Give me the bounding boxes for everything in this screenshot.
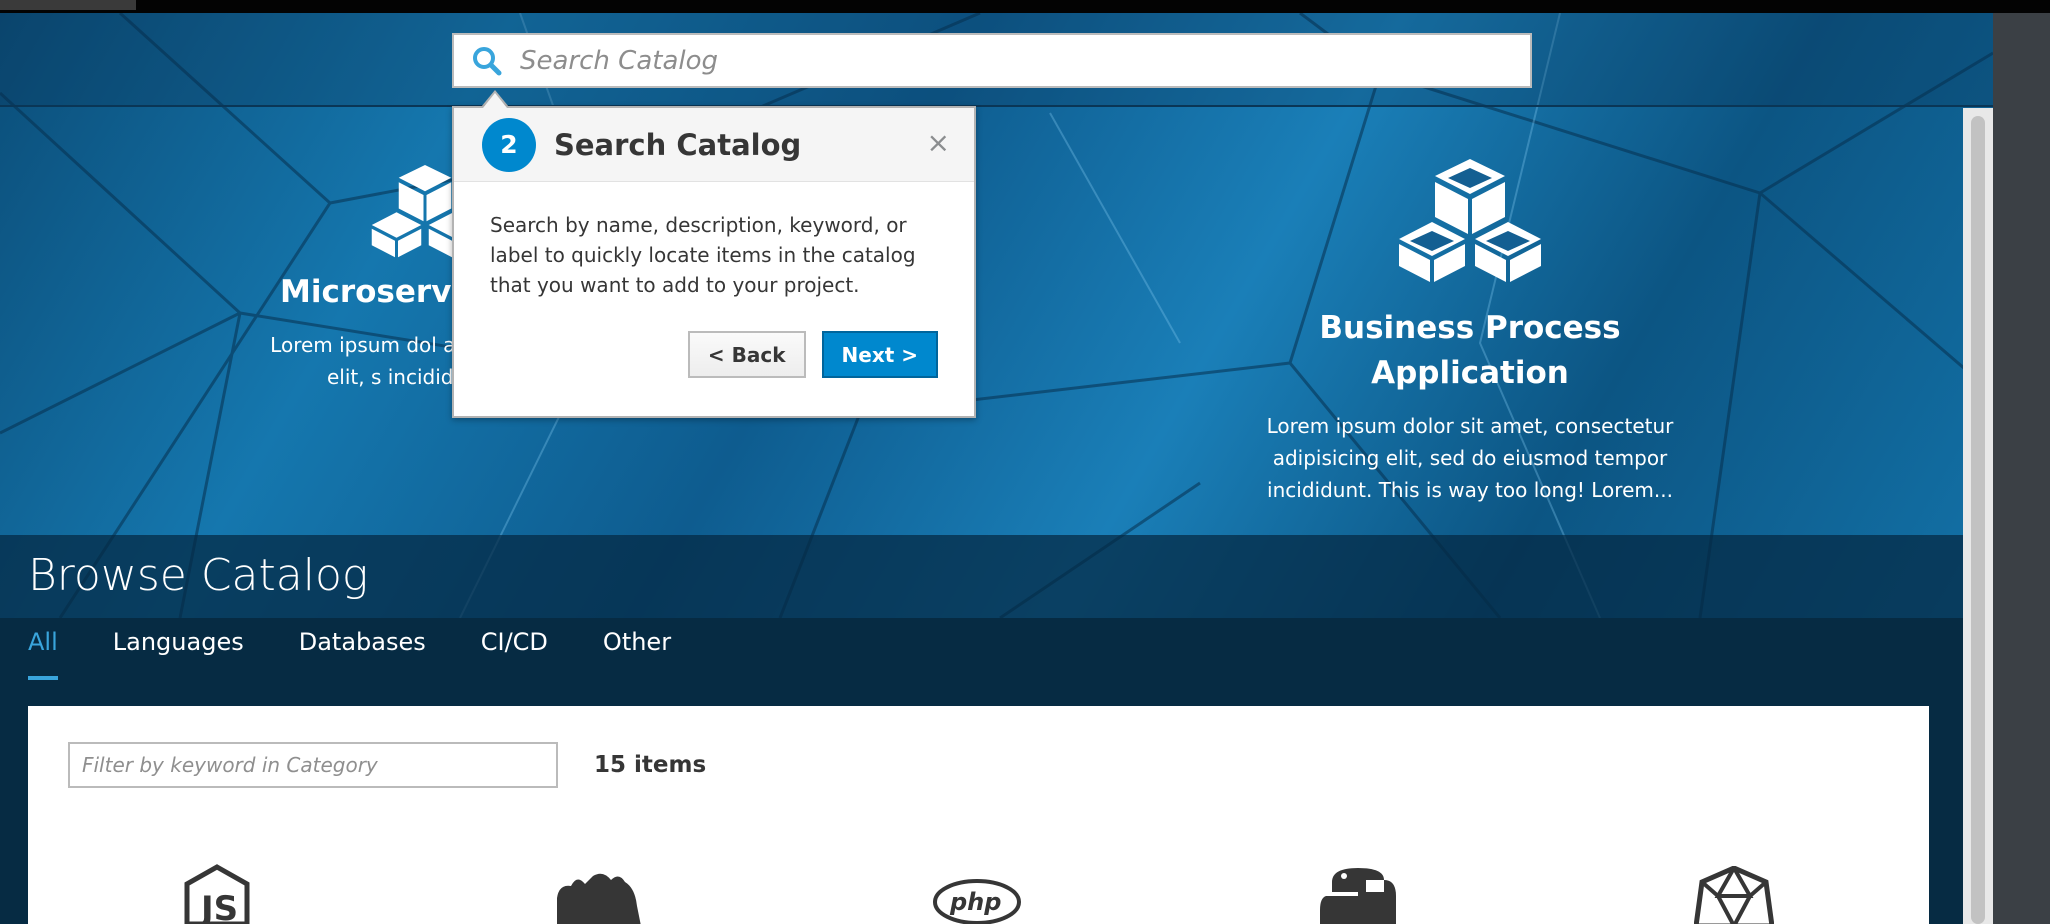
- feature-title: Business Process Application: [1319, 310, 1621, 391]
- svg-text:JS: JS: [199, 889, 238, 924]
- search-icon[interactable]: [454, 46, 520, 76]
- right-margin: [1993, 13, 2050, 924]
- popover-arrow-inner: [483, 93, 507, 108]
- tab-all[interactable]: All: [28, 628, 58, 680]
- tab-languages[interactable]: Languages: [113, 628, 244, 680]
- popover-body: Search by name, description, keyword, or…: [490, 213, 916, 297]
- catalog-panel: 15 items JS php: [28, 706, 1929, 924]
- tab-cicd[interactable]: CI/CD: [481, 628, 548, 680]
- search-catalog-bar[interactable]: [452, 33, 1532, 88]
- ruby-icon[interactable]: [1694, 866, 1774, 924]
- scrollbar-thumb[interactable]: [1971, 116, 1985, 924]
- perl-camel-icon[interactable]: [553, 866, 643, 924]
- guided-tour-popover: 2 Search Catalog × Search by name, descr…: [452, 106, 976, 418]
- cubes-icon: [1399, 159, 1541, 282]
- category-filter-input[interactable]: [68, 742, 558, 788]
- window-tab[interactable]: [0, 0, 136, 10]
- next-button[interactable]: Next >: [821, 331, 938, 378]
- back-button[interactable]: < Back: [687, 331, 806, 378]
- tab-databases[interactable]: Databases: [299, 628, 426, 680]
- php-icon[interactable]: php: [932, 878, 1022, 924]
- window-topbar: [0, 0, 2050, 13]
- popover-title: Search Catalog: [554, 127, 802, 162]
- python-icon[interactable]: [1318, 866, 1398, 924]
- search-input[interactable]: [520, 45, 1420, 76]
- catalog-hero: Microservic Lorem ipsum dol adipisicing …: [0, 13, 1993, 618]
- tab-other[interactable]: Other: [603, 628, 671, 680]
- svg-text:php: php: [949, 888, 1001, 916]
- nodejs-icon[interactable]: JS: [183, 864, 251, 924]
- feature-description: Lorem ipsum dolor sit amet, consectetur …: [1266, 414, 1674, 502]
- browse-catalog-title: Browse Catalog: [28, 550, 369, 601]
- popover-header: 2 Search Catalog ×: [454, 108, 974, 182]
- step-badge: 2: [482, 117, 536, 172]
- feature-business-process[interactable]: Business Process Application Lorem ipsum…: [1240, 153, 1700, 506]
- popover-actions: < Back Next >: [687, 331, 938, 378]
- close-icon[interactable]: ×: [927, 126, 950, 159]
- item-count: 15 items: [594, 752, 707, 778]
- category-tabs: All Languages Databases CI/CD Other: [28, 628, 671, 680]
